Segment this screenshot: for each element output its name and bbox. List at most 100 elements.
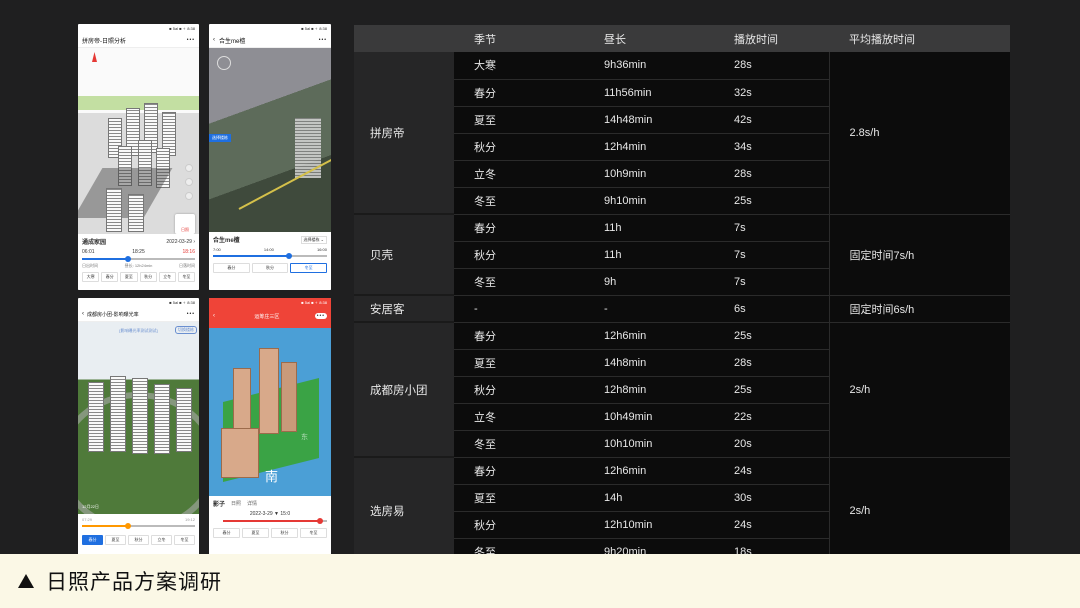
season-button[interactable]: 夏至 [242,528,269,538]
season-option[interactable]: 秋分 [128,535,149,545]
daylength-cell: 9h [584,268,714,296]
slider-knob[interactable] [124,256,131,262]
daylength-cell: 12h4min [584,133,714,161]
east-label: 东 [301,434,308,441]
back-icon[interactable]: ‹ [213,313,215,319]
tab-sunlight[interactable]: 日照 [231,500,241,507]
map-scene[interactable]: 选择楼栋 九安小区 [209,48,331,256]
daylength-cell: 9h20min [584,538,714,554]
season-button[interactable]: 冬至 [290,263,328,273]
season-option[interactable]: 立冬 [151,535,172,545]
season-option[interactable]: 秋分 [139,272,157,282]
control-panel: 影子 日照 详情 2022-3-29 ▼ 15:0 春分 夏至 秋分 冬至 [209,496,331,560]
season-cell: 立冬 [454,160,584,188]
comparison-table: 季节 昼长 播放时间 平均播放时间 拼房帝 大寒 9h36min 28s 2.8s/h 春… [354,25,1010,554]
building-picker[interactable]: 选择楼栋 ⌄ [300,235,327,244]
slider-knob[interactable] [124,523,131,529]
time-start: 7:00 [213,247,221,252]
building [259,348,279,434]
date-label: 12月22日 [82,504,99,509]
season-button[interactable]: 秋分 [251,263,289,273]
date-picker[interactable]: 2022-03-29 › [166,239,195,245]
product-name-cell: 成都房小团 [354,322,454,458]
season-option[interactable]: 春分 [82,535,103,545]
season-cell: 夏至 [454,349,584,377]
time-current: 18:25 [132,249,145,255]
time-slider[interactable] [213,253,327,259]
sunlight-badge[interactable]: 日照 [175,214,195,234]
more-menu-button[interactable]: ••• [314,313,327,319]
control-panel: 通成家园 2022-03-29 › 06:01 18:25 18:16 日出时间… [78,234,199,290]
nav-bar: ‹ 成都房小团-影响曝光率 ••• [78,307,199,322]
time-slider[interactable] [82,523,195,529]
compass-icon[interactable] [217,56,231,70]
table-header: 季节 昼长 播放时间 平均播放时间 [354,25,1010,52]
season-cell: 夏至 [454,106,584,134]
playtime-cell: 42s [714,106,829,134]
season-option[interactable]: 夏至 [120,272,138,282]
playtime-cell: 20s [714,430,829,458]
switch-building-chip[interactable]: 切换楼栋 [175,326,197,334]
daylength-cell: 11h [584,241,714,269]
season-option[interactable]: 冬至 [174,535,195,545]
tab-details[interactable]: 详情 [247,500,257,507]
back-icon[interactable]: ‹ [213,37,215,43]
season-option[interactable]: 夏至 [105,535,126,545]
more-menu-button[interactable]: ••• [187,37,195,43]
3d-scene[interactable]: [影响曝光率测试测试] 切换楼栋 12月22日 [78,322,199,514]
season-option[interactable]: 大寒 [82,272,100,282]
avg-playtime-cell: 固定时间7s/h [828,214,1010,296]
slider-knob[interactable] [316,518,323,524]
column-header-playtime: 播放时间 [714,25,829,52]
3d-scene[interactable]: 日照 [78,48,199,234]
share-icon[interactable] [185,178,193,186]
season-button[interactable]: 秋分 [271,528,298,538]
3d-scene[interactable]: 南 东 [209,328,331,496]
playtime-cell: 6s [714,295,829,323]
location-icon[interactable] [185,192,193,200]
building-select-tag[interactable]: 选择楼栋 [209,134,231,142]
sunset-label: 日落时间 [178,263,195,268]
season-option[interactable]: 冬至 [177,272,196,282]
phone-screenshot-beike: ■ 5al ■ ⚬ 8:38 ‹ 合生me檀 ••• 选择楼栋 九安小区 合生m… [209,24,331,290]
season-button[interactable]: 春分 [213,528,240,538]
tab-shadow[interactable]: 影子 [213,499,225,508]
time-slider[interactable] [223,518,327,524]
table-row: 安居客 - -6s 固定时间6s/h [354,295,1010,323]
building [106,188,122,232]
building [110,376,126,452]
more-menu-button[interactable]: ••• [319,37,327,43]
season-button[interactable]: 冬至 [300,528,327,538]
shadow [78,168,173,218]
phone-icon[interactable] [185,164,193,172]
playtime-cell: 32s [714,79,829,107]
season-option[interactable]: 春分 [101,272,119,282]
table-body: 拼房帝 大寒 9h36min 28s 2.8s/h 春分 11h56min 32s 夏至 14h4… [354,52,1010,554]
compass-icon [92,52,97,62]
season-buttons: 春分 秋分 冬至 [213,263,328,273]
product-name-cell: 贝壳 [354,214,454,296]
season-cell: 秋分 [454,241,584,269]
building [176,388,192,452]
playtime-cell: 18s [714,538,829,554]
red-header: ■ 5al ■ ⚬ 8:38 ‹ 运筹庄三区 ••• [209,298,331,328]
table-row: 成都房小团 春分 12h6min 25s 2s/h [354,322,1010,458]
avg-playtime-cell: 2s/h [828,457,1010,554]
table-row: 拼房帝 大寒 9h36min 28s 2.8s/h [354,52,1010,215]
project-name: 合生me檀 [213,238,240,244]
time-slider[interactable] [82,256,195,262]
playtime-cell: 7s [714,268,829,296]
date-time-picker[interactable]: 2022-3-29 ▼ 15:0 [213,511,327,517]
season-cell: 春分 [454,79,584,107]
season-button[interactable]: 春分 [213,263,250,273]
time-start: 06:01 [82,249,95,255]
slider-knob[interactable] [285,253,292,259]
more-menu-button[interactable]: ••• [187,311,195,317]
table-row: 贝壳 春分 11h 7s 固定时间7s/h [354,214,1010,296]
avg-playtime-cell: 固定时间6s/h [828,295,1010,323]
back-icon[interactable]: ‹ [82,311,84,317]
product-name-cell: 选房易 [354,457,454,554]
season-option[interactable]: 立冬 [158,272,176,282]
playtime-cell: 28s [714,349,829,377]
season-cell: 春分 [454,322,584,350]
